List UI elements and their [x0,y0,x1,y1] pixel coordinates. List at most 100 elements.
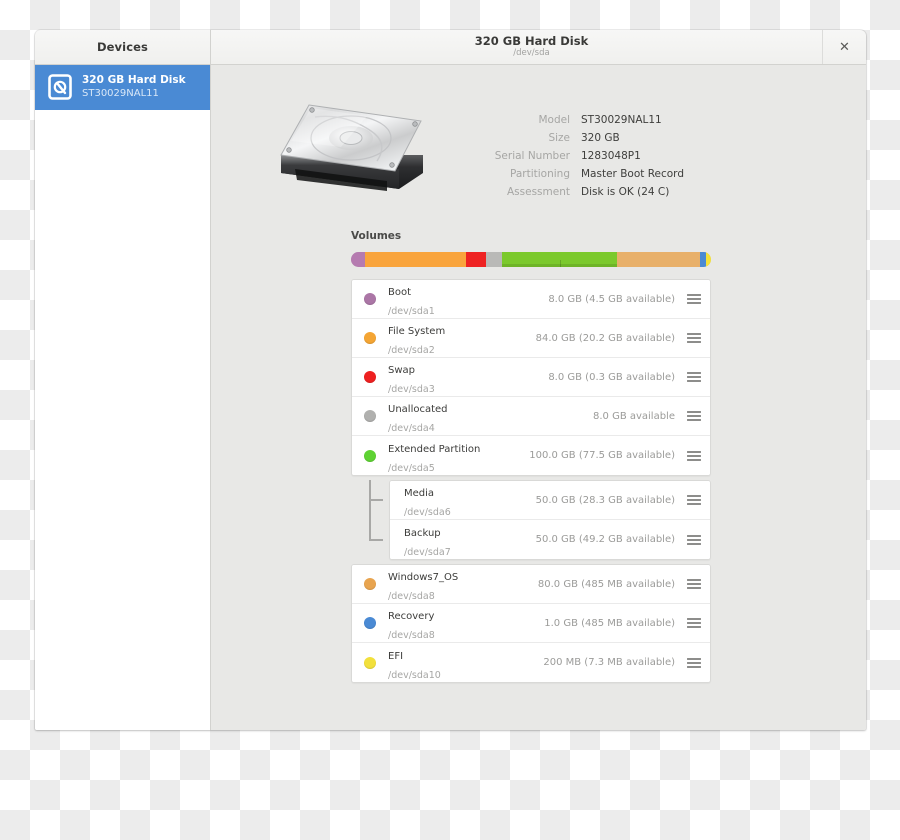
volume-labels: Backup/dev/sda7 [404,521,451,559]
volume-row[interactable]: Unallocated/dev/sda4 8.0 GB available [352,397,710,436]
volume-labels: Boot/dev/sda1 [388,280,435,318]
volume-labels: Media/dev/sda6 [404,481,451,519]
volume-name: Backup [404,527,441,539]
disk-header: Model ST30029NAL11 Size 320 GB Serial Nu… [211,65,866,202]
row-menu-icon[interactable] [687,533,701,547]
volume-labels: Swap/dev/sda3 [388,358,435,396]
disks-window: Devices 320 GB Hard Disk /dev/sda ✕ 320 … [35,30,866,730]
volume-bar-segment[interactable] [705,252,711,267]
row-menu-icon[interactable] [687,616,701,630]
volume-device-path: /dev/sda6 [404,507,451,518]
window-title-block: 320 GB Hard Disk /dev/sda [211,30,822,64]
volume-row[interactable]: Extended Partition/dev/sda5 100.0 GB (77.… [352,436,710,475]
property-value: Disk is OK (24 C) [581,186,670,198]
volume-color-dot [364,656,376,669]
disk-detail-pane: Model ST30029NAL11 Size 320 GB Serial Nu… [211,65,866,730]
volume-color-dot [364,578,376,590]
volume-size: 100.0 GB (77.5 GB available) [529,450,675,461]
volume-row[interactable]: File System/dev/sda2 84.0 GB (20.2 GB ava… [352,319,710,358]
volume-usage-bar[interactable] [351,252,711,267]
property-value: 1283048P1 [581,150,641,162]
tree-connector [351,480,389,560]
property-key: Serial Number [494,150,570,162]
volume-bar-segment[interactable] [365,252,467,267]
volume-size: 1.0 GB (485 MB available) [544,617,675,629]
page-subtitle: /dev/sda [513,48,550,58]
volume-device-path: /dev/sda8 [388,591,435,602]
volume-bar-segment[interactable] [502,252,618,267]
property-key: Partitioning [510,168,570,180]
row-menu-icon[interactable] [687,409,701,423]
window-body: 320 GB Hard Disk ST30029NAL11 Model ST30… [35,65,866,730]
volume-color-dot [364,617,376,629]
volume-bar-wrapper [351,252,711,267]
volume-name: Swap [388,365,416,376]
close-icon[interactable]: ✕ [837,39,853,55]
sidebar-header: Devices [35,30,211,64]
volume-device-path: /dev/sda4 [388,423,435,434]
volume-row[interactable]: Boot/dev/sda1 8.0 GB (4.5 GB available) [352,280,710,319]
row-menu-icon[interactable] [687,331,701,345]
devices-sidebar: 320 GB Hard Disk ST30029NAL11 [35,65,211,730]
volume-row[interactable]: Recovery/dev/sda8 1.0 GB (485 MB availabl… [352,604,710,643]
row-menu-icon[interactable] [687,449,701,463]
volume-bar-segment[interactable] [617,252,701,267]
property-row: Model ST30029NAL11 [491,111,866,129]
page-title: 320 GB Hard Disk [474,34,589,48]
volume-size: 50.0 GB (49.2 GB available) [535,534,675,545]
volume-row[interactable]: Backup/dev/sda7 50.0 GB (49.2 GB availabl… [390,520,710,559]
volume-labels: Extended Partition/dev/sda5 [388,437,480,475]
volume-color-dot [364,293,376,305]
volume-labels: Windows7_OS/dev/sda8 [388,565,458,603]
volume-bar-segment[interactable] [485,252,503,267]
row-menu-icon[interactable] [687,292,701,306]
titlebar: Devices 320 GB Hard Disk /dev/sda ✕ [35,30,866,65]
volumes-section: Volumes Boot/dev/sda1 8.0 GB (4.5 GB avai… [211,230,866,683]
volume-row[interactable]: EFI/dev/sda10 200 MB (7.3 MB available) [352,643,710,682]
sidebar-item-label: 320 GB Hard Disk [82,74,186,86]
volume-device-path: /dev/sda10 [388,669,441,681]
volume-color-dot [364,449,376,462]
volume-size: 84.0 GB (20.2 GB available) [535,332,675,344]
property-row: Size 320 GB [491,129,866,147]
property-key: Assessment [507,186,570,198]
volume-name: Media [404,488,435,499]
volume-name: EFI [388,650,404,662]
volume-color-dot [364,371,376,383]
volume-device-path: /dev/sda7 [404,546,451,558]
row-menu-icon[interactable] [687,370,701,384]
volume-size: 8.0 GB (0.3 GB available) [548,371,675,383]
row-menu-icon[interactable] [687,577,701,591]
volume-name: Recovery [388,611,435,622]
volume-size: 80.0 GB (485 MB available) [537,578,675,590]
nested-volume-wrapper: Media/dev/sda6 50.0 GB (28.3 GB available… [351,480,711,560]
volume-size: 8.0 GB available [592,410,675,422]
property-row: Assessment Disk is OK (24 C) [491,183,866,201]
volume-group: Windows7_OS/dev/sda8 80.0 GB (485 MB avai… [351,564,711,683]
disk-properties: Model ST30029NAL11 Size 320 GB Serial Nu… [491,93,866,201]
row-menu-icon[interactable] [687,656,701,670]
volume-bar-segment[interactable] [351,252,366,267]
volume-row[interactable]: Swap/dev/sda3 8.0 GB (0.3 GB available) [352,358,710,397]
volume-labels: EFI/dev/sda10 [388,644,441,682]
volume-name: Extended Partition [388,443,481,455]
property-key: Size [548,132,570,144]
volume-bar-segment[interactable] [466,252,486,267]
volume-size: 50.0 GB (28.3 GB available) [535,494,675,506]
volume-device-path: /dev/sda1 [388,306,435,317]
row-menu-icon[interactable] [687,493,701,507]
property-value: Master Boot Record [581,168,684,180]
sidebar-item-text: 320 GB Hard Disk ST30029NAL11 [82,73,186,101]
volume-labels: Unallocated/dev/sda4 [388,397,448,435]
volume-labels: Recovery/dev/sda8 [388,604,435,642]
sidebar-item-hard-disk[interactable]: 320 GB Hard Disk ST30029NAL11 [35,65,210,110]
volume-group: Boot/dev/sda1 8.0 GB (4.5 GB available) Fi… [351,279,711,476]
volume-name: Windows7_OS [388,572,459,583]
volume-row[interactable]: Windows7_OS/dev/sda8 80.0 GB (485 MB avai… [352,565,710,604]
volume-device-path: /dev/sda8 [388,630,435,641]
sidebar-item-model: ST30029NAL11 [82,88,159,99]
property-key: Model [538,114,570,126]
volume-row[interactable]: Media/dev/sda6 50.0 GB (28.3 GB available… [390,481,710,520]
volumes-heading: Volumes [351,230,402,242]
volume-device-path: /dev/sda5 [388,462,435,474]
